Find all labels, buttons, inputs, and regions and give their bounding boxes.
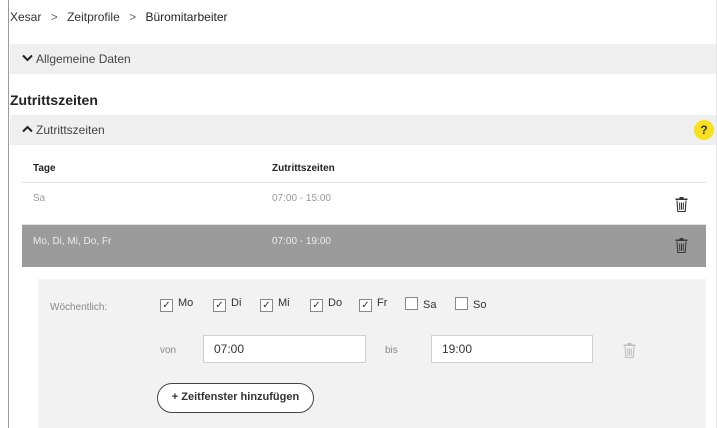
checkbox-sa[interactable]: Sa (405, 297, 436, 311)
checkbox-label: Fr (377, 297, 388, 309)
checkbox-label: Di (231, 297, 242, 309)
chevron-up-icon (22, 125, 33, 136)
checkbox-mark: ✓ (213, 299, 226, 312)
checkbox-so[interactable]: So (455, 297, 486, 311)
breadcrumb-zeitprofile[interactable]: Zeitprofile (67, 10, 120, 24)
table-row-selected[interactable] (22, 225, 706, 267)
section-zutrittszeiten[interactable]: Zutrittszeiten (10, 115, 716, 145)
section-allgemeine-daten-label: Allgemeine Daten (36, 52, 131, 66)
checkbox-mo[interactable]: ✓ Mo (160, 297, 193, 312)
column-header-times: Zutrittszeiten (272, 163, 335, 174)
breadcrumb: Xesar > Zeitprofile > Büromitarbeiter (10, 10, 227, 24)
breadcrumb-separator: > (129, 10, 137, 24)
section-zutrittszeiten-label: Zutrittszeiten (36, 123, 105, 137)
help-icon[interactable]: ? (694, 120, 714, 140)
checkbox-fr[interactable]: ✓ Fr (359, 297, 387, 312)
breadcrumb-separator: > (50, 10, 58, 24)
to-time-input[interactable] (431, 335, 593, 363)
trash-icon[interactable] (623, 343, 636, 359)
checkbox-mark: ✓ (310, 299, 323, 312)
checkbox-label: Sa (423, 299, 437, 311)
chevron-down-icon (22, 54, 33, 65)
row-times: 07:00 - 15:00 (272, 193, 331, 204)
checkbox-di[interactable]: ✓ Di (213, 297, 241, 312)
column-header-days: Tage (33, 163, 56, 174)
breadcrumb-current: Büromitarbeiter (145, 10, 228, 24)
weekly-label: Wöchentlich: (50, 302, 108, 313)
row-days: Mo, Di, Mi, Do, Fr (33, 236, 112, 247)
checkbox-mark: ✓ (160, 299, 173, 312)
to-label: bis (385, 345, 398, 356)
breadcrumb-xesar[interactable]: Xesar (10, 10, 41, 24)
section-allgemeine-daten[interactable]: Allgemeine Daten (10, 44, 716, 74)
header-divider (22, 182, 706, 183)
checkbox-mark: ✓ (260, 299, 273, 312)
checkbox-label: Mi (278, 297, 290, 309)
row-days: Sa (33, 193, 46, 204)
trash-icon[interactable] (675, 238, 688, 254)
row-times: 07:00 - 19:00 (272, 236, 331, 247)
checkbox-label: So (473, 299, 487, 311)
checkbox-label: Do (328, 297, 343, 309)
checkbox-mark (405, 297, 418, 310)
checkbox-mi[interactable]: ✓ Mi (260, 297, 290, 312)
checkbox-mark (455, 297, 468, 310)
checkbox-mark: ✓ (359, 299, 372, 312)
page-title: Zutrittszeiten (10, 92, 98, 108)
from-time-input[interactable] (203, 335, 366, 363)
from-label: von (160, 345, 177, 356)
left-border (8, 0, 9, 428)
add-time-window-button[interactable]: + Zeitfenster hinzufügen (157, 383, 314, 413)
checkbox-do[interactable]: ✓ Do (310, 297, 342, 312)
trash-icon[interactable] (675, 197, 688, 213)
checkbox-label: Mo (178, 297, 194, 309)
